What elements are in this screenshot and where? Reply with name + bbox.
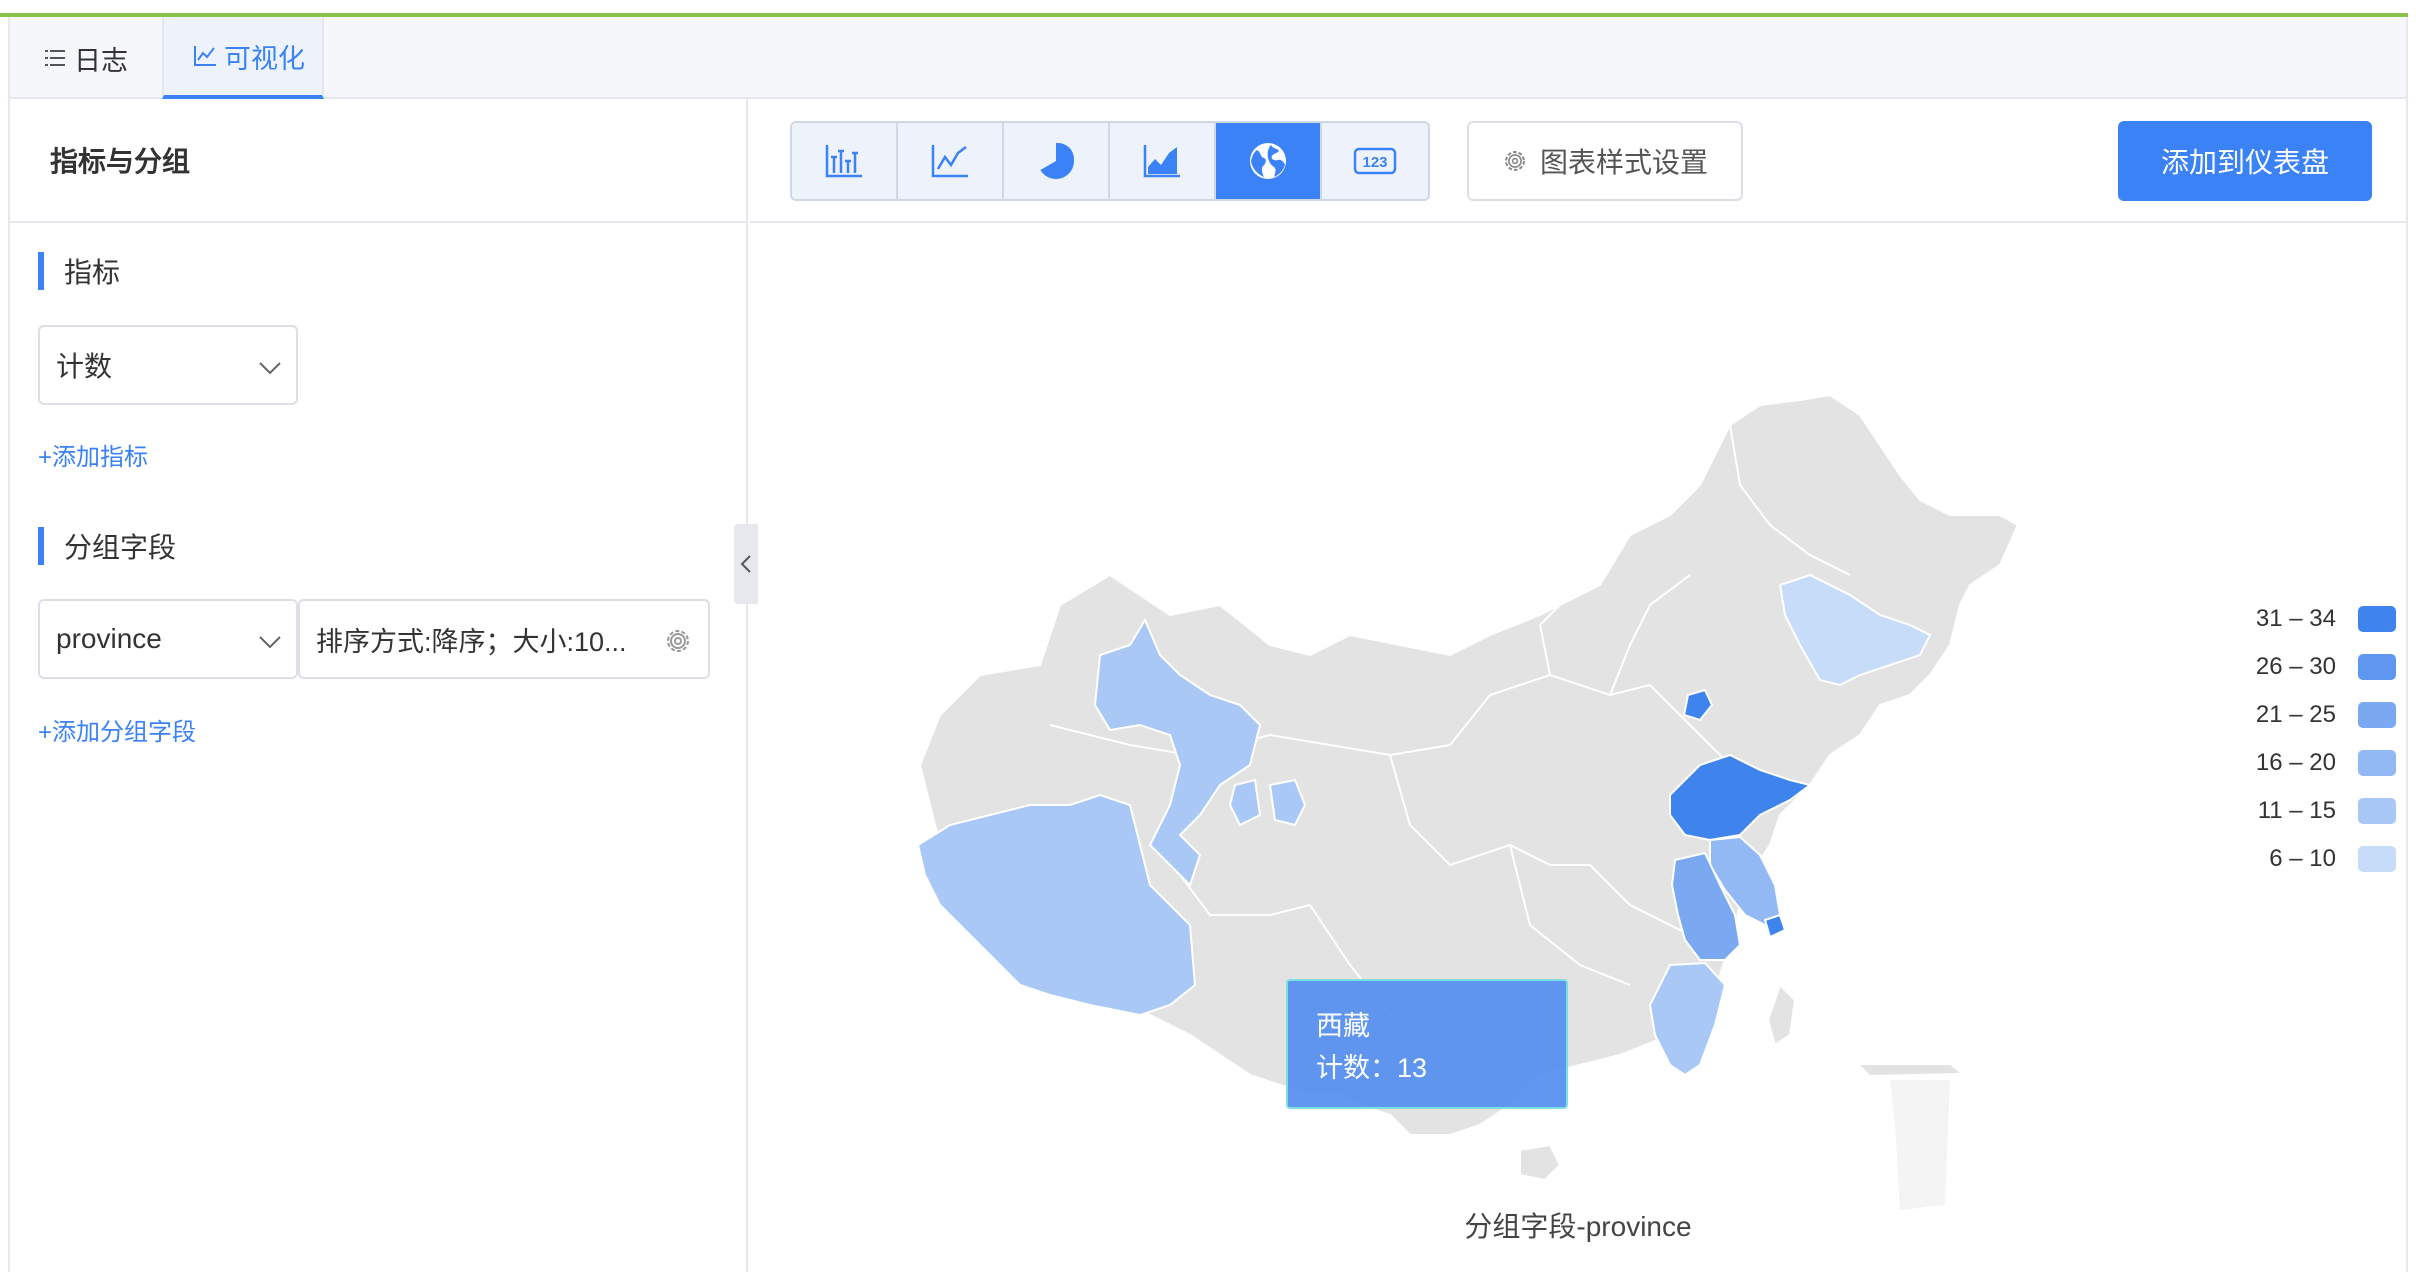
legend-item[interactable]: 16 – 20	[2256, 739, 2396, 787]
legend-item-label: 6 – 10	[2269, 845, 2336, 872]
chart-style-settings-label: 图表样式设置	[1539, 147, 1708, 178]
legend-item-label: 31 – 34	[2255, 605, 2336, 632]
chart-style-settings-button[interactable]: 图表样式设置	[1467, 121, 1743, 201]
china-choropleth-map	[916, 393, 2020, 1210]
number-123-icon: 123	[1353, 147, 1397, 175]
gear-icon[interactable]	[662, 625, 694, 657]
map-region[interactable]	[1860, 1065, 1960, 1075]
metric-section-title: 指标	[38, 251, 120, 291]
tab-bar: 日志 可视化	[10, 17, 2406, 99]
legend-swatch	[2358, 606, 2396, 632]
left-panel: 指标与分组 指标 计数 +添加指标 分组字段 province 排序方式:降序；…	[10, 99, 758, 1272]
map-region[interactable]	[1519, 1143, 1562, 1182]
bar-chart-icon	[825, 145, 862, 178]
chart-type-area-button[interactable]	[1110, 123, 1216, 199]
tooltip-metric-value: 13	[1397, 1053, 1428, 1083]
metric-select-value: 计数	[56, 351, 113, 382]
metric-section-label: 指标	[64, 257, 121, 288]
add-to-dashboard-button[interactable]: 添加到仪表盘	[2118, 121, 2372, 201]
legend-swatch	[2358, 654, 2396, 680]
chart-type-number-button[interactable]: 123	[1322, 123, 1428, 199]
legend-item-label: 21 – 25	[2255, 701, 2336, 728]
map-chart-area: 31 – 34 26 – 30 21 – 25 16 – 20 11 – 15 …	[750, 225, 2406, 1272]
legend-swatch	[2358, 702, 2396, 728]
add-group-field-link[interactable]: +添加分组字段	[38, 712, 196, 747]
app-window: 日志 可视化 指标与分组 指标 计数 +添加指标 分组字段 province 排…	[0, 0, 2416, 1272]
chart-type-pie-button[interactable]	[1004, 123, 1110, 199]
chart-type-switcher: 123	[790, 121, 1430, 201]
tooltip-separator: ：	[1370, 1053, 1397, 1083]
map-tooltip: 西藏 计数：13	[1286, 979, 1568, 1109]
chart-toolbar: 123 图表样式设置 添加到仪表盘	[750, 99, 2406, 223]
map-legend: 31 – 34 26 – 30 21 – 25 16 – 20 11 – 15 …	[2256, 595, 2396, 883]
line-chart-icon	[192, 43, 218, 69]
chevron-down-icon	[256, 353, 284, 381]
tab-logs[interactable]: 日志	[32, 17, 162, 99]
chart-type-bar-button[interactable]	[792, 123, 898, 199]
group-section-label: 分组字段	[64, 532, 177, 563]
tooltip-value-line: 计数：13	[1316, 1047, 1566, 1089]
legend-swatch	[2358, 846, 2396, 872]
map-region[interactable]	[1890, 1080, 1950, 1210]
tooltip-metric-label: 计数	[1316, 1053, 1370, 1083]
legend-item[interactable]: 6 – 10	[2256, 835, 2396, 883]
gear-icon	[1505, 151, 1525, 171]
panel-title: 指标与分组	[10, 99, 746, 223]
map-region-shanghai[interactable]	[1763, 913, 1787, 939]
section-marker	[38, 252, 44, 290]
legend-item-label: 11 – 15	[2257, 797, 2336, 824]
group-section-title: 分组字段	[38, 526, 176, 566]
legend-item[interactable]: 31 – 34	[2256, 595, 2396, 643]
svg-text:123: 123	[1362, 154, 1387, 171]
legend-item[interactable]: 11 – 15	[2256, 787, 2396, 835]
tooltip-region-name: 西藏	[1316, 1011, 1370, 1041]
group-field-value: province	[56, 623, 162, 654]
group-field-select[interactable]: province	[38, 599, 298, 679]
chart-type-map-button[interactable]	[1216, 123, 1322, 199]
chevron-down-icon	[256, 627, 284, 655]
tab-logs-label: 日志	[74, 45, 128, 76]
chart-type-line-button[interactable]	[898, 123, 1004, 199]
pie-chart-icon	[1040, 143, 1074, 179]
list-icon	[42, 45, 68, 71]
line-chart-icon	[931, 145, 968, 178]
tab-visualize-label: 可视化	[224, 43, 305, 74]
map-title: 分组字段-province	[1464, 1211, 1692, 1242]
legend-swatch	[2358, 798, 2396, 824]
legend-item-label: 26 – 30	[2255, 653, 2336, 680]
metric-select[interactable]: 计数	[38, 325, 298, 405]
area-chart-icon	[1143, 145, 1180, 178]
section-marker	[38, 527, 44, 565]
globe-map-icon	[1250, 143, 1286, 179]
sort-settings-field[interactable]: 排序方式:降序；大小:10...	[298, 599, 710, 679]
sort-settings-text: 排序方式:降序；大小:10...	[316, 626, 627, 657]
add-metric-link[interactable]: +添加指标	[38, 437, 148, 472]
legend-swatch	[2358, 750, 2396, 776]
legend-item[interactable]: 26 – 30	[2256, 643, 2396, 691]
legend-item-label: 16 – 20	[2255, 749, 2336, 776]
legend-item[interactable]: 21 – 25	[2256, 691, 2396, 739]
tab-visualize[interactable]: 可视化	[162, 17, 324, 99]
map-region[interactable]	[1766, 983, 1797, 1047]
